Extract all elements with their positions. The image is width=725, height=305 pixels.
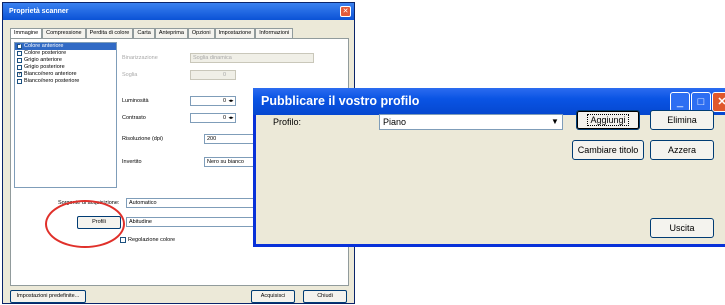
tab-compressione[interactable]: Compressione — [42, 28, 86, 38]
tab-opzioni[interactable]: Opzioni — [187, 28, 215, 38]
checkbox[interactable]: ✓ — [17, 44, 22, 49]
tab-informazioni[interactable]: Informazioni — [255, 28, 294, 38]
binarization-label: Binarizzazione — [122, 55, 158, 61]
brightness-label: Luminosità — [122, 98, 149, 104]
highlight-circle — [45, 200, 125, 248]
close-button[interactable]: Chiudi — [303, 290, 347, 303]
tab-immagine[interactable]: Immagine — [10, 28, 43, 38]
tab-perdita-colore[interactable]: Perdita di colore — [85, 28, 134, 38]
profile-select-value: Piano — [383, 117, 407, 127]
checkbox[interactable] — [17, 79, 22, 84]
threshold-stepper[interactable]: 0 — [190, 70, 236, 80]
checkbox[interactable]: ✓ — [17, 72, 22, 77]
close-icon[interactable]: ✕ — [340, 6, 351, 17]
checkbox[interactable] — [17, 51, 22, 56]
list-item[interactable]: ✓ Colore anteriore — [15, 43, 116, 50]
list-item[interactable]: ✓ Bianco/nero anteriore — [15, 71, 116, 78]
scanner-tabs: Immagine Compressione Perdita di colore … — [10, 28, 294, 38]
binarization-select[interactable]: Soglia dinamica — [190, 53, 314, 63]
color-adjust-label: Regolazione colore — [128, 237, 176, 243]
list-item[interactable]: Grigio posteriore — [15, 64, 116, 71]
minimize-icon[interactable]: _ — [670, 92, 690, 112]
scanner-window-title: Proprietà scanner — [3, 3, 354, 20]
maximize-icon[interactable]: □ — [691, 92, 711, 112]
tab-impostazione[interactable]: Impostazione — [214, 28, 256, 38]
add-button-label: Aggiungi — [587, 114, 629, 126]
profile-select[interactable]: Abitudine — [126, 217, 266, 227]
rename-button[interactable]: Cambiare titolo — [572, 140, 644, 160]
defaults-button[interactable]: Impostazioni predefinite... — [10, 290, 86, 303]
color-adjust-checkbox[interactable] — [120, 237, 126, 243]
checkbox[interactable] — [17, 65, 22, 70]
list-item[interactable]: Grigio anteriore — [15, 57, 116, 64]
delete-button[interactable]: Elimina — [650, 110, 714, 130]
checkbox[interactable] — [17, 58, 22, 63]
exit-button[interactable]: Uscita — [650, 218, 714, 238]
chevron-down-icon[interactable]: ▼ — [549, 116, 561, 128]
image-type-list: ✓ Colore anteriore Colore posteriore Grig… — [14, 42, 117, 188]
contrast-label: Contrasto — [122, 115, 146, 121]
profile-select[interactable]: Piano ▼ — [379, 114, 563, 130]
publish-profile-window: Pubblicare il vostro profilo _ □ ✕ Profi… — [253, 88, 725, 247]
profile-label: Profilo: — [273, 117, 302, 127]
reset-button[interactable]: Azzera — [650, 140, 714, 160]
source-select[interactable]: Automatico — [126, 198, 266, 208]
tab-anteprima[interactable]: Anteprima — [154, 28, 188, 38]
threshold-label: Soglia — [122, 72, 138, 78]
spin-arrows-icon[interactable]: ◂▸ — [228, 114, 234, 122]
spin-arrows-icon[interactable]: ◂▸ — [228, 97, 234, 105]
list-item[interactable]: Bianco/nero posteriore — [15, 78, 116, 85]
resolution-label: Risoluzione (dpi) — [122, 136, 163, 142]
tab-carta[interactable]: Carta — [133, 28, 155, 38]
list-item[interactable]: Colore posteriore — [15, 50, 116, 57]
close-icon[interactable]: ✕ — [712, 92, 725, 112]
invert-label: Invertito — [122, 159, 142, 165]
add-button[interactable]: Aggiungi — [576, 110, 640, 130]
acquire-button[interactable]: Acquisisci — [251, 290, 295, 303]
